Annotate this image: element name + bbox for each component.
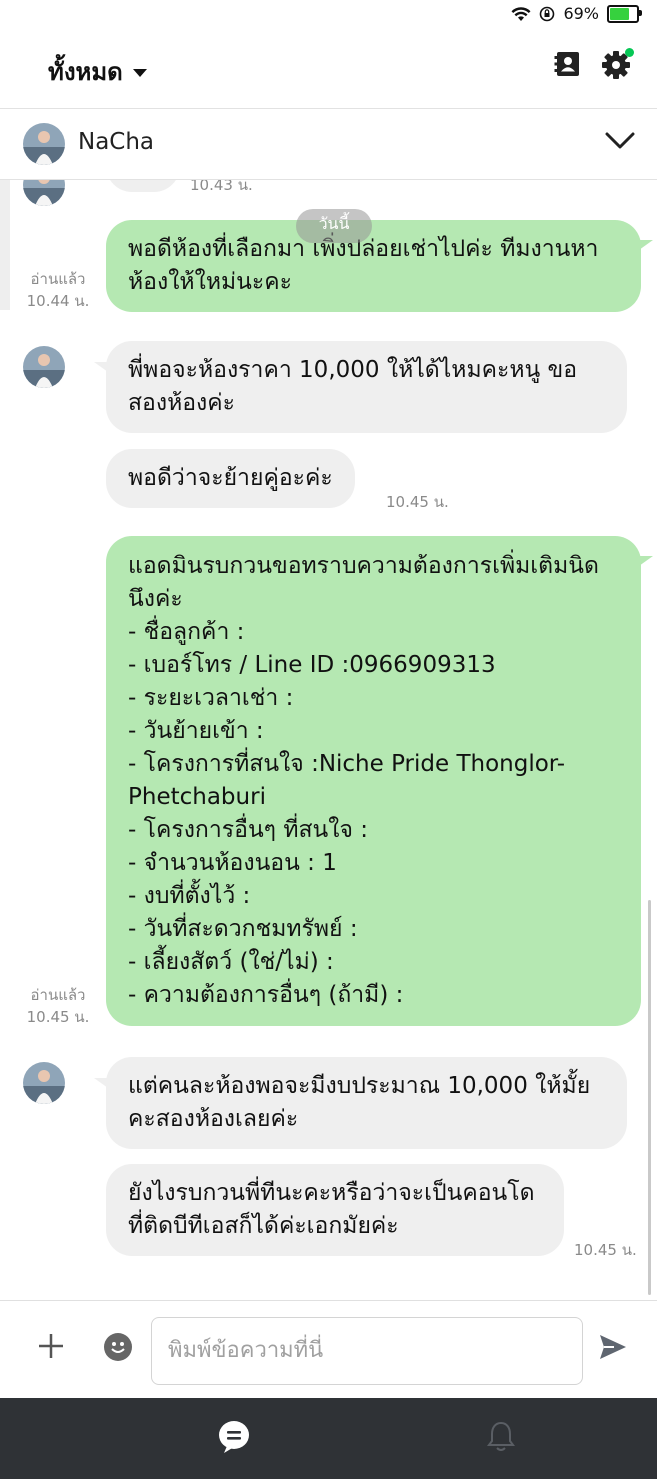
status-icons: 69%: [511, 4, 642, 23]
message-line: แอดมินรบกวนขอทราบความต้องการเพิ่มเติมนิด…: [128, 553, 599, 612]
bubble-tail: [639, 240, 653, 250]
read-receipt: อ่านแล้ว: [30, 270, 86, 288]
message-line: - วันที่สะดวกชมทรัพย์ :: [128, 916, 358, 942]
add-attachment-button[interactable]: [38, 1331, 64, 1365]
chat-tab-icon[interactable]: [218, 1420, 250, 1454]
filter-label: ทั้งหมด: [48, 58, 123, 86]
smiley-icon: [111, 1342, 125, 1353]
chat-messages[interactable]: 10.43 น. วันนี้ อ่านแล้ว 10.44 น. พอดีห้…: [0, 180, 657, 1300]
message-bubble-partial: [106, 180, 180, 192]
filter-dropdown[interactable]: ทั้งหมด: [48, 52, 147, 91]
message-line: - โครงการอื่นๆ ที่สนใจ :: [128, 817, 369, 843]
message-bubble-incoming[interactable]: ยังไงรบกวนพี่ทีนะคะหรือว่าจะเป็นคอนโดที่…: [106, 1164, 564, 1256]
message-bubble-incoming[interactable]: แต่คนละห้องพอจะมีงบประมาณ 10,000 ให้มั้ย…: [106, 1057, 627, 1149]
scrollbar[interactable]: [648, 900, 651, 1295]
bottom-navigation: [0, 1398, 657, 1479]
message-bubble-incoming[interactable]: พี่พอจะห้องราคา 10,000 ให้ได้ไหมคะหนู ขอ…: [106, 341, 627, 433]
avatar: [23, 123, 65, 165]
left-rail: [0, 180, 10, 310]
contacts-icon[interactable]: [553, 50, 581, 78]
message-input[interactable]: [166, 1318, 560, 1382]
caret-down-icon: [132, 68, 147, 77]
message-time: 10.45 น.: [26, 1008, 90, 1026]
chat-list-header: ทั้งหมด: [0, 30, 657, 109]
message-line: - ระยะเวลาเช่า :: [128, 685, 294, 711]
bubble-tail: [639, 556, 653, 566]
message-line: - เลี้ยงสัตว์ (ใช่/ไม่) :: [128, 949, 334, 975]
message-meta: อ่านแล้ว 10.45 น.: [18, 984, 98, 1028]
avatar: [23, 346, 65, 388]
status-bar: 69%: [0, 0, 657, 30]
plus-icon: [39, 1334, 63, 1358]
message-bubble-outgoing[interactable]: พอดีห้องที่เลือกมา เพิ่งปล่อยเช่าไปค่ะ ท…: [106, 220, 641, 312]
message-input-box[interactable]: [151, 1317, 583, 1385]
message-line: - เบอร์โทร / Line ID :0966909313: [128, 652, 496, 678]
avatar: [23, 180, 65, 206]
rotation-lock-icon: [540, 6, 555, 21]
message-bubble-outgoing[interactable]: แอดมินรบกวนขอทราบความต้องการเพิ่มเติมนิด…: [106, 536, 641, 1026]
avatar: [23, 1062, 65, 1104]
message-input-bar: [0, 1300, 657, 1398]
message-time: 10.43 น.: [190, 180, 253, 194]
battery-icon: [607, 4, 642, 23]
notification-dot: [625, 48, 634, 57]
wifi-icon: [511, 6, 531, 21]
bell-icon[interactable]: [486, 1420, 516, 1452]
emoji-button[interactable]: [104, 1333, 132, 1361]
message-line: - จำนวนห้องนอน : 1: [128, 850, 337, 876]
message-time: 10.45 น.: [574, 1241, 637, 1259]
message-line: - ความต้องการอื่นๆ (ถ้ามี) :: [128, 982, 404, 1008]
message-line: - โครงการที่สนใจ :Niche Pride Thonglor-P…: [128, 751, 566, 810]
send-icon[interactable]: [598, 1333, 628, 1361]
message-line: - วันย้ายเข้า :: [128, 718, 264, 744]
message-meta: อ่านแล้ว 10.44 น.: [18, 268, 98, 312]
chevron-down-icon[interactable]: [605, 131, 635, 151]
date-separator: วันนี้: [296, 209, 372, 243]
conversation-name: NaCha: [78, 129, 155, 155]
message-bubble-incoming[interactable]: พอดีว่าจะย้ายคู่อะค่ะ: [106, 449, 355, 508]
message-line: - ชื่อลูกค้า :: [128, 619, 245, 645]
battery-percentage: 69%: [563, 4, 599, 23]
message-time: 10.45 น.: [386, 493, 449, 511]
message-time: 10.44 น.: [26, 292, 90, 310]
conversation-header[interactable]: NaCha: [0, 109, 657, 180]
message-line: - งบที่ตั้งไว้ :: [128, 883, 251, 909]
settings-button[interactable]: [601, 48, 634, 84]
read-receipt: อ่านแล้ว: [30, 986, 86, 1004]
